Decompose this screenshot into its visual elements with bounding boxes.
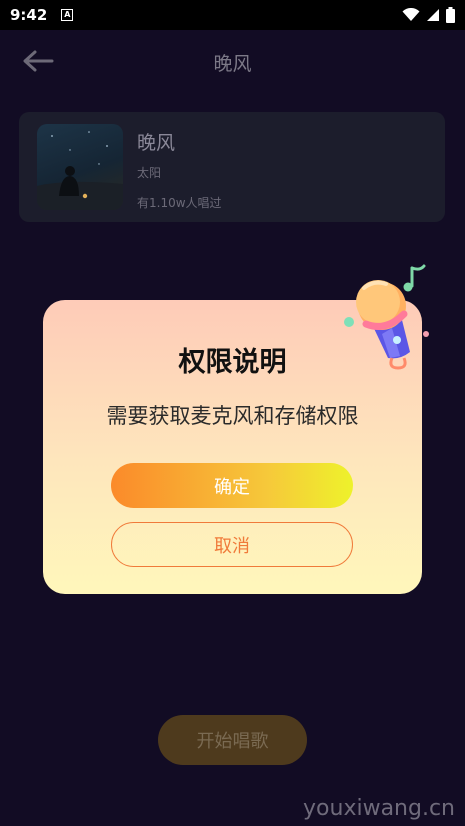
microphone-icon: [344, 264, 429, 370]
start-singing-button[interactable]: 开始唱歌: [158, 715, 307, 765]
song-title: 晚风: [137, 132, 176, 154]
cancel-button[interactable]: 取消: [111, 522, 353, 567]
song-card[interactable]: 晚风 太阳 有1.10w人唱过: [19, 112, 445, 222]
status-time: 9:42: [10, 6, 48, 24]
page-title: 晚风: [213, 53, 252, 75]
dialog-message: 需要获取麦克风和存储权限: [106, 404, 359, 428]
song-cover-image: [37, 124, 123, 210]
wifi-icon: [402, 8, 420, 21]
status-bar: 9:42 A: [0, 0, 465, 30]
confirm-button[interactable]: 确定: [111, 463, 353, 508]
nav-bar: 晚风: [0, 30, 465, 92]
signal-icon: [427, 9, 439, 21]
notification-icon: A: [61, 9, 74, 21]
watermark: youxiwang.cn: [303, 796, 455, 821]
sung-count: 有1.10w人唱过: [137, 196, 222, 210]
battery-icon: [446, 7, 455, 23]
song-artist: 太阳: [137, 166, 162, 180]
status-icons: [402, 7, 455, 23]
